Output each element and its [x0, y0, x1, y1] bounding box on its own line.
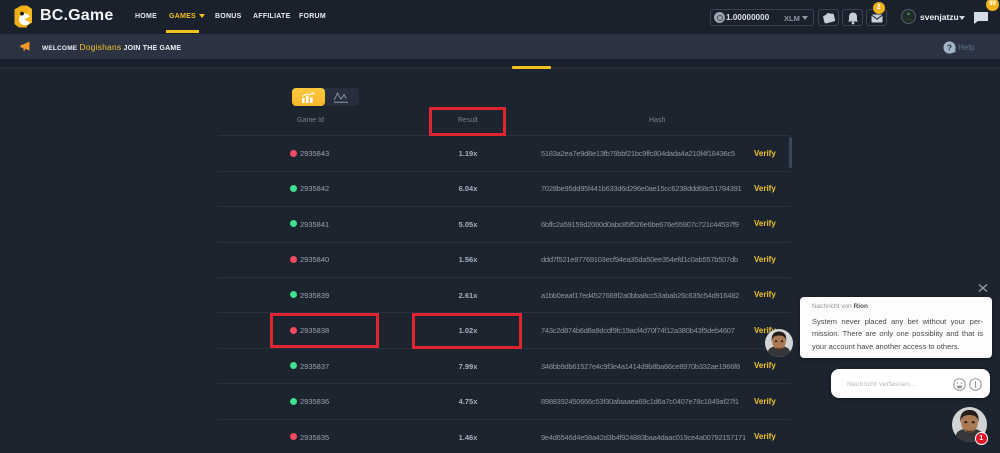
svg-text:?: ?	[947, 42, 952, 52]
